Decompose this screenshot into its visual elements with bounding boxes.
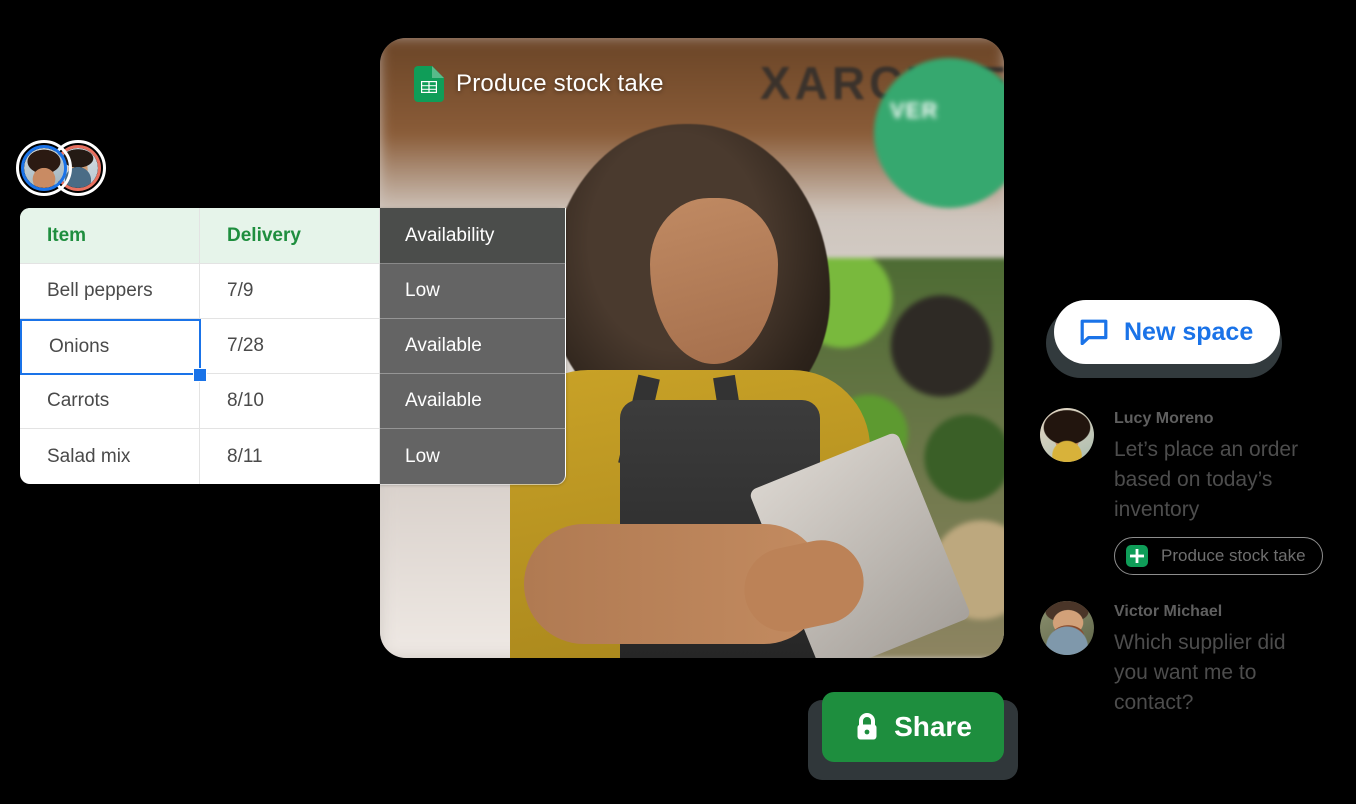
cell-delivery[interactable]: 8/11 xyxy=(200,429,380,484)
chat-panel: New space Lucy Moreno Let’s place an ord… xyxy=(1040,300,1356,718)
chat-attachment-chip[interactable]: Produce stock take xyxy=(1114,537,1323,575)
lock-icon xyxy=(854,712,880,742)
new-space-button[interactable]: New space xyxy=(1054,300,1280,364)
cell-delivery[interactable]: 8/10 xyxy=(200,374,380,429)
avatar-pair xyxy=(16,140,108,198)
share-button-group: Share xyxy=(808,692,1018,780)
chat-attachment-label: Produce stock take xyxy=(1161,546,1306,565)
column-header-delivery[interactable]: Delivery xyxy=(200,208,380,264)
avatar-image xyxy=(24,148,64,188)
new-space-button-label: New space xyxy=(1124,317,1254,346)
overlay-cell-availability[interactable]: Low xyxy=(380,429,565,484)
google-sheets-icon xyxy=(414,66,444,102)
chat-message-body: Victor Michael Which supplier did you wa… xyxy=(1114,601,1319,718)
overlay-cell-availability[interactable]: Low xyxy=(380,264,565,319)
document-title: Produce stock take xyxy=(456,70,664,97)
chat-message-text: Which supplier did you want me to contac… xyxy=(1114,631,1286,714)
photo-round-sign-text: VER xyxy=(890,98,939,123)
selected-cell[interactable]: Onions xyxy=(20,319,201,375)
cell-delivery[interactable]: 7/28 xyxy=(200,319,380,374)
chat-message-author: Lucy Moreno xyxy=(1114,410,1214,427)
availability-overlay-column: Availability Low Available Available Low xyxy=(380,208,566,485)
overlay-cell-availability[interactable]: Available xyxy=(380,374,565,429)
chat-message-text: Let’s place an order based on today’s in… xyxy=(1114,438,1299,521)
cell-item[interactable]: Carrots xyxy=(20,374,200,429)
chat-message-author: Victor Michael xyxy=(1114,603,1223,620)
avatar-lucy-moreno[interactable] xyxy=(1040,408,1094,462)
document-title-bar: Produce stock take xyxy=(414,66,664,102)
page-root: XARCUTER VER xyxy=(0,0,1356,804)
overlay-column-header[interactable]: Availability xyxy=(380,208,565,264)
share-button-label: Share xyxy=(894,711,972,742)
cell-delivery[interactable]: 7/9 xyxy=(200,264,380,319)
chat-bubble-icon xyxy=(1080,319,1108,346)
overlay-cell-availability[interactable]: Available xyxy=(380,319,565,374)
avatar-victor-michael[interactable] xyxy=(1040,601,1094,655)
cell-item[interactable]: Salad mix xyxy=(20,429,200,484)
avatar-lucy[interactable] xyxy=(16,140,72,196)
chat-message: Lucy Moreno Let’s place an order based o… xyxy=(1040,408,1356,575)
cell-item[interactable]: Bell peppers xyxy=(20,264,200,319)
chat-message-body: Lucy Moreno Let’s place an order based o… xyxy=(1114,408,1323,575)
fill-handle[interactable] xyxy=(193,368,207,382)
chat-message: Victor Michael Which supplier did you wa… xyxy=(1040,601,1356,718)
share-button[interactable]: Share xyxy=(822,692,1004,762)
new-space-button-group: New space xyxy=(1046,300,1290,386)
column-header-item[interactable]: Item xyxy=(20,208,200,264)
google-sheets-icon xyxy=(1125,544,1149,568)
